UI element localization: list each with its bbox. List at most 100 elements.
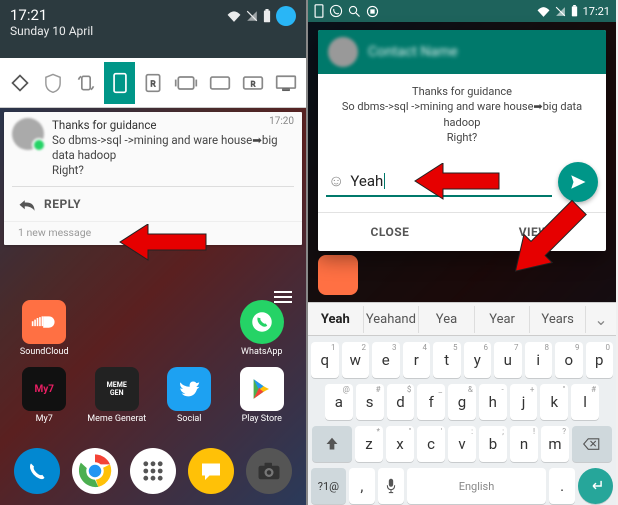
dock-app-drawer[interactable]: [130, 448, 176, 494]
sender-avatar: [328, 37, 358, 67]
keyboard-row-3: z*x"c'v:b;n!m?: [308, 426, 616, 462]
key-m[interactable]: m?: [541, 426, 569, 462]
phone-left-screen: 17:21 Sunday 10 April R R 17:20 Thanks f…: [0, 0, 308, 505]
wifi-icon: [227, 10, 241, 22]
backspace-icon: [583, 437, 601, 451]
key-v[interactable]: v:: [448, 426, 476, 462]
key-mic-icon[interactable]: [378, 468, 404, 504]
key-n[interactable]: n!: [510, 426, 538, 462]
key-a[interactable]: a@: [325, 384, 353, 420]
key-comma[interactable]: ,: [349, 468, 375, 504]
key-w[interactable]: w2: [342, 342, 370, 378]
key-j[interactable]: j+: [510, 384, 538, 420]
dock-chrome[interactable]: [72, 448, 118, 494]
suggestion-expand-icon[interactable]: ⌄: [586, 310, 616, 329]
reply-arrow-icon: [18, 197, 36, 211]
svg-text:R: R: [251, 79, 256, 88]
key-o[interactable]: o9: [555, 342, 583, 378]
annotation-arrow-reply: [118, 224, 208, 272]
app-soundcloud[interactable]: SoundCloud: [10, 300, 79, 357]
key-s[interactable]: s#: [356, 384, 384, 420]
notification-shade-header[interactable]: 17:21 Sunday 10 April: [0, 0, 306, 58]
key-c[interactable]: c': [417, 426, 445, 462]
key-e[interactable]: e3: [372, 342, 400, 378]
shift-icon: [325, 436, 339, 452]
key-q[interactable]: q1: [311, 342, 339, 378]
app-my7[interactable]: My7My7: [10, 367, 79, 424]
keyboard: q1w2e3r4t5y6u7i8o9p0 a@s#d$f_g&h-j+k"l# …: [308, 336, 616, 505]
battery-icon: [263, 9, 271, 23]
key-t[interactable]: t5: [433, 342, 461, 378]
key-p[interactable]: p0: [586, 342, 614, 378]
app-soundcloud[interactable]: [318, 255, 358, 295]
qs-tile-r-icon[interactable]: R: [137, 62, 168, 104]
key-space[interactable]: English: [407, 468, 546, 504]
key-h[interactable]: h-: [479, 384, 507, 420]
key-l[interactable]: l#: [571, 384, 599, 420]
close-button[interactable]: CLOSE: [318, 213, 462, 251]
reply-button[interactable]: REPLY: [4, 187, 302, 217]
app-meme-generator[interactable]: MEMEGENMeme Generat: [83, 367, 152, 424]
key-y[interactable]: y6: [464, 342, 492, 378]
key-i[interactable]: i8: [525, 342, 553, 378]
notif-portrait-icon: [314, 4, 324, 18]
suggestion-item[interactable]: Yeah: [308, 306, 364, 333]
message-preview: Thanks for guidance So dbms->sql ->minin…: [318, 74, 606, 158]
notif-search-icon: [348, 5, 361, 18]
key-d[interactable]: d$: [387, 384, 415, 420]
dock-messages[interactable]: [188, 448, 234, 494]
notif-whatsapp-icon: [329, 4, 343, 18]
key-b[interactable]: b;: [479, 426, 507, 462]
keyboard-suggestion-bar: Yeah Yeahand Yea Year Years ⌄: [308, 302, 616, 336]
key-symbols[interactable]: ?1@: [311, 468, 346, 504]
qs-shield-icon[interactable]: [37, 62, 68, 104]
home-apps-grid: SoundCloud WhatsApp My7My7 MEMEGENMeme G…: [0, 300, 306, 424]
emoji-icon[interactable]: ☺: [328, 171, 344, 191]
qs-auto-rotate-icon[interactable]: [4, 62, 35, 104]
cell-no-sim-icon: [555, 6, 566, 17]
key-period[interactable]: .: [549, 468, 575, 504]
notif-screenshot-icon: [366, 5, 379, 18]
key-z[interactable]: z*: [355, 426, 383, 462]
app-social-folder[interactable]: Social: [155, 367, 224, 424]
keyboard-row-2: a@s#d$f_g&h-j+k"l#: [308, 384, 616, 420]
qs-tile-r2-icon[interactable]: R: [237, 62, 268, 104]
annotation-arrow-input: [413, 163, 501, 209]
user-avatar-icon[interactable]: [276, 6, 296, 26]
key-k[interactable]: k": [540, 384, 568, 420]
key-g[interactable]: g&: [448, 384, 476, 420]
keyboard-row-4: ?1@ , English .: [308, 468, 616, 504]
dock-phone[interactable]: [14, 448, 60, 494]
sender-name: Contact Name: [368, 44, 458, 60]
battery-icon: [571, 5, 578, 17]
key-r[interactable]: r4: [403, 342, 431, 378]
key-u[interactable]: u7: [494, 342, 522, 378]
qs-landscape-icon[interactable]: [204, 62, 235, 104]
dock-camera[interactable]: [246, 448, 292, 494]
key-x[interactable]: x": [386, 426, 414, 462]
dock: [0, 441, 306, 501]
qs-portrait-icon[interactable]: [104, 62, 135, 104]
key-shift[interactable]: [312, 426, 352, 462]
qs-cast-icon[interactable]: [271, 62, 302, 104]
qs-landscape-vibrate-icon[interactable]: [171, 62, 202, 104]
keyboard-row-1: q1w2e3r4t5y6u7i8o9p0: [308, 342, 616, 378]
qs-rotation-lock-icon[interactable]: [71, 62, 102, 104]
quick-settings-row: R R: [0, 58, 306, 108]
notification-time: 17:20: [269, 116, 294, 127]
reply-header: Contact Name: [318, 30, 606, 74]
suggestion-item[interactable]: Year: [475, 306, 531, 333]
app-play-store[interactable]: Play Store: [228, 367, 297, 424]
suggestion-item[interactable]: Years: [530, 306, 586, 333]
suggestion-item[interactable]: Yeahand: [364, 306, 420, 333]
app-whatsapp[interactable]: WhatsApp: [228, 300, 297, 357]
status-date: Sunday 10 April: [10, 24, 296, 38]
svg-text:R: R: [150, 79, 155, 89]
phone-right-screen: 17:21 Contact Name Thanks for guidance S…: [308, 0, 616, 505]
enter-icon: [588, 479, 604, 493]
cell-no-sim-icon: [246, 10, 258, 22]
key-backspace[interactable]: [572, 426, 612, 462]
key-f[interactable]: f_: [417, 384, 445, 420]
key-enter[interactable]: [578, 468, 613, 504]
suggestion-item[interactable]: Yea: [419, 306, 475, 333]
